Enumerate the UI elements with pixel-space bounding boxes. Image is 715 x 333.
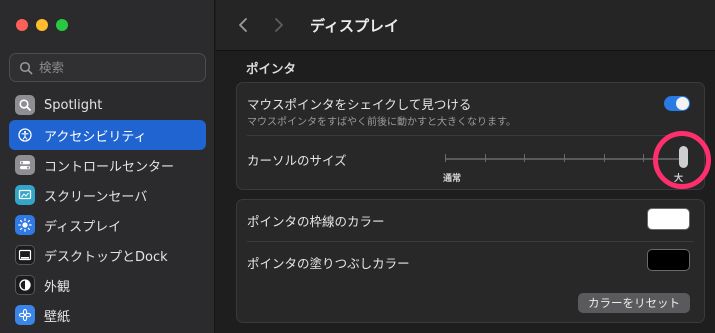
slider-tick — [643, 154, 644, 162]
fill-color-label: ポインタの塗りつぶしカラー — [247, 256, 410, 271]
sidebar-item-control-center[interactable]: コントロールセンター — [9, 150, 206, 180]
sidebar-nav: Spotlight アクセシビリティ コントロールセンター スクリーンセーバ デ… — [9, 90, 206, 330]
fill-color-row: ポインタの塗りつぶしカラー — [237, 242, 704, 284]
sidebar-item-label: デスクトップとDock — [44, 249, 168, 265]
close-window-button[interactable] — [16, 19, 28, 31]
flower-icon — [15, 305, 35, 325]
section-title: ポインタ — [246, 61, 297, 76]
magnifier-icon — [15, 95, 35, 115]
cursor-size-label: カーソルのサイズ — [247, 153, 347, 168]
reset-colors-button[interactable]: カラーをリセット — [578, 293, 690, 313]
outline-color-row: ポインタの枠線のカラー — [237, 200, 704, 238]
sidebar-item-label: コントロールセンター — [44, 159, 175, 175]
sidebar-item-display[interactable]: ディスプレイ — [9, 210, 206, 240]
appearance-icon — [15, 275, 35, 295]
slider-min-label: 通常 — [443, 174, 462, 184]
outline-color-swatch[interactable] — [647, 208, 690, 230]
back-button[interactable] — [230, 12, 256, 38]
toolbar: ディスプレイ — [216, 0, 715, 51]
sidebar-item-wallpaper[interactable]: 壁紙 — [9, 300, 206, 330]
control-center-icon — [15, 155, 35, 175]
sidebar-item-label: アクセシビリティ — [44, 129, 147, 145]
search-icon — [19, 61, 33, 74]
shake-description: マウスポインタをすばやく前後に動かすと大きくなります。 — [247, 117, 516, 128]
sidebar-item-label: Spotlight — [44, 97, 103, 113]
highlight-circle — [653, 131, 711, 189]
dock-icon — [15, 245, 35, 265]
main-pane: ディスプレイ ポインタ マウスポインタをシェイクして見つける マウスポインタをす… — [216, 0, 715, 333]
toggle-knob — [676, 97, 689, 110]
sidebar-item-accessibility[interactable]: アクセシビリティ — [9, 120, 206, 150]
sidebar-item-label: 外観 — [44, 279, 71, 295]
sidebar: Spotlight アクセシビリティ コントロールセンター スクリーンセーバ デ… — [0, 0, 215, 333]
search-input[interactable] — [39, 60, 199, 75]
pointer-color-card: ポインタの枠線のカラー ポインタの塗りつぶしカラー カラーをリセット — [236, 199, 705, 323]
chevron-left-icon — [239, 18, 247, 32]
page-title: ディスプレイ — [310, 16, 399, 35]
slider-tick — [604, 154, 605, 162]
accessibility-icon — [15, 125, 35, 145]
sidebar-item-screen-saver[interactable]: スクリーンセーバ — [9, 180, 206, 210]
screen-saver-icon — [15, 185, 35, 205]
slider-tick — [524, 154, 525, 162]
slider-tick — [564, 154, 565, 162]
window-controls — [16, 19, 68, 31]
sidebar-item-desktop-dock[interactable]: デスクトップとDock — [9, 240, 206, 270]
sun-icon — [15, 215, 35, 235]
outline-color-label: ポインタの枠線のカラー — [247, 214, 385, 229]
shake-label: マウスポインタをシェイクして見つける — [247, 97, 472, 112]
sidebar-item-spotlight[interactable]: Spotlight — [9, 90, 206, 120]
slider-tick — [445, 154, 446, 162]
minimize-window-button[interactable] — [36, 19, 48, 31]
sidebar-item-label: ディスプレイ — [44, 219, 122, 235]
search-field[interactable] — [9, 53, 206, 82]
shake-row: マウスポインタをシェイクして見つける マウスポインタをすばやく前後に動かすと大き… — [237, 83, 704, 135]
slider-tick — [485, 154, 486, 162]
chevron-right-icon — [275, 18, 283, 32]
maximize-window-button[interactable] — [56, 19, 68, 31]
sidebar-item-appearance[interactable]: 外観 — [9, 270, 206, 300]
pointer-settings-card: マウスポインタをシェイクして見つける マウスポインタをすばやく前後に動かすと大き… — [236, 82, 705, 190]
sidebar-item-label: スクリーンセーバ — [44, 189, 148, 205]
fill-color-swatch[interactable] — [647, 249, 690, 271]
forward-button[interactable] — [266, 12, 292, 38]
sidebar-item-label: 壁紙 — [44, 309, 71, 325]
shake-toggle[interactable] — [664, 96, 690, 111]
